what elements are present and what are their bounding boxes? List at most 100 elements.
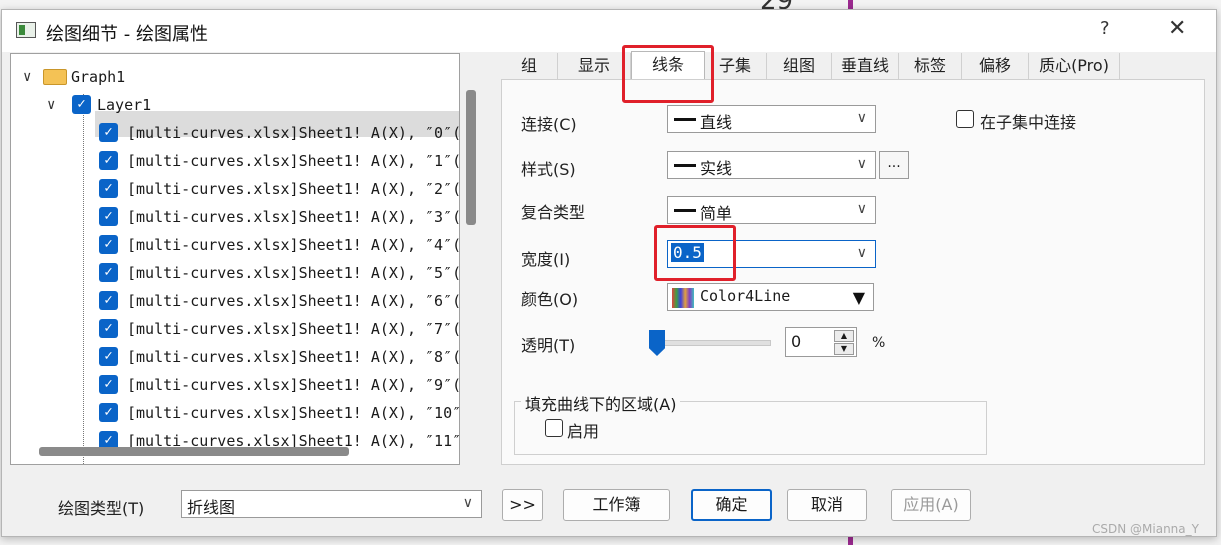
checkbox-checked[interactable]: ✓ <box>99 123 118 142</box>
tab-labels[interactable]: 标签 <box>899 53 962 79</box>
tree-item-label: [multi-curves.xlsx]Sheet1! A(X), ″0″( <box>127 124 460 142</box>
style-label: 样式(S) <box>521 160 576 179</box>
checkbox-checked[interactable]: ✓ <box>99 291 118 310</box>
style-dropdown[interactable]: 实线 ∨ <box>667 151 876 179</box>
watermark: CSDN @Mianna_Y <box>1092 522 1199 536</box>
color-dropdown[interactable]: Color4Line ▼ <box>667 283 874 311</box>
transparency-label: 透明(T) <box>521 336 576 355</box>
tree-item-label: [multi-curves.xlsx]Sheet1! A(X), ″2″( <box>127 180 460 198</box>
tab-display[interactable]: 显示 <box>558 53 631 79</box>
cancel-button[interactable]: 取消 <box>787 489 867 521</box>
tree-layer1[interactable]: ∨ ✓ Layer1 <box>11 92 451 118</box>
chevron-down-icon[interactable]: ∨ <box>857 156 867 172</box>
tree-item[interactable]: ✓ [multi-curves.xlsx]Sheet1! A(X), ″3″( <box>11 204 460 230</box>
tree-item-label: [multi-curves.xlsx]Sheet1! A(X), ″5″( <box>127 264 460 282</box>
tree-item[interactable]: ✓ [multi-curves.xlsx]Sheet1! A(X), ″5″( <box>11 260 460 286</box>
fill-enable-label: 启用 <box>567 422 600 441</box>
checkbox-checked[interactable]: ✓ <box>99 151 118 170</box>
tree-item-label: [multi-curves.xlsx]Sheet1! A(X), ″7″( <box>127 320 460 338</box>
tree-item-label: [multi-curves.xlsx]Sheet1! A(X), ″4″( <box>127 236 460 254</box>
line-sample <box>674 209 696 212</box>
percent-sign: % <box>872 335 886 351</box>
tab-group-plot[interactable]: 组图 <box>767 53 832 79</box>
style-more-button[interactable]: ... <box>879 151 909 179</box>
connect-dropdown[interactable]: 直线 ∨ <box>667 105 876 133</box>
connect-label: 连接(C) <box>521 115 577 134</box>
vertical-scrollbar[interactable] <box>466 90 476 225</box>
app-icon <box>16 22 36 38</box>
compound-type-label: 复合类型 <box>521 203 586 222</box>
tree-item[interactable]: ✓ [multi-curves.xlsx]Sheet1! A(X), ″1″( <box>11 148 460 174</box>
color-value: Color4Line <box>700 287 791 305</box>
line-sample <box>674 164 696 167</box>
checkbox-checked[interactable]: ✓ <box>99 179 118 198</box>
transparency-spinbox[interactable]: 0 ▲ ▼ <box>785 327 857 357</box>
chevron-down-icon[interactable]: ∨ <box>857 110 867 126</box>
tree-item[interactable]: ✓ [multi-curves.xlsx]Sheet1! A(X), ″6″( <box>11 288 460 314</box>
ok-button[interactable]: 确定 <box>691 489 772 521</box>
fill-area-group-title: 填充曲线下的区域(A) <box>521 391 681 415</box>
transparency-value[interactable]: 0 <box>791 332 801 351</box>
tree-item-label: [multi-curves.xlsx]Sheet1! A(X), ″6″( <box>127 292 460 310</box>
tree-item-label: [multi-curves.xlsx]Sheet1! A(X), ″1″( <box>127 152 460 170</box>
checkbox-checked[interactable]: ✓ <box>99 263 118 282</box>
plot-type-dropdown[interactable]: 折线图 ∨ <box>181 490 482 518</box>
connect-in-subset-checkbox[interactable] <box>956 110 974 128</box>
chevron-down-icon[interactable]: ∨ <box>857 201 867 217</box>
tree-item[interactable]: ✓ [multi-curves.xlsx]Sheet1! A(X), ″4″( <box>11 232 460 258</box>
tree-item-label: [multi-curves.xlsx]Sheet1! A(X), ″3″( <box>127 208 460 226</box>
checkbox-checked[interactable]: ✓ <box>99 375 118 394</box>
chevron-down-icon[interactable]: ∨ <box>857 245 867 261</box>
tree-item-label: [multi-curves.xlsx]Sheet1! A(X), ″10″ <box>127 404 460 422</box>
tab-strip: 组 显示 线条 子集 组图 垂直线 标签 偏移 质心(Pro) <box>501 51 1205 81</box>
checkbox-checked[interactable]: ✓ <box>99 207 118 226</box>
compound-type-value: 简单 <box>700 204 733 223</box>
tree-item[interactable]: ✓ [multi-curves.xlsx]Sheet1! A(X), ″7″( <box>11 316 460 342</box>
tab-centroid[interactable]: 质心(Pro) <box>1029 53 1120 79</box>
plot-tree[interactable]: ∨ Graph1 ∨ ✓ Layer1 ✓ [multi-curves.xlsx… <box>10 53 460 465</box>
tree-item[interactable]: ✓ [multi-curves.xlsx]Sheet1! A(X), ″9″( <box>11 372 459 398</box>
tree-root-label: Graph1 <box>71 68 126 86</box>
folder-icon <box>43 69 67 85</box>
spin-down-icon[interactable]: ▼ <box>834 343 854 355</box>
tab-drop-lines[interactable]: 垂直线 <box>832 53 899 79</box>
workbook-button[interactable]: 工作簿 <box>563 489 670 521</box>
annotation-highlight-line-tab <box>622 45 714 103</box>
close-button[interactable]: ✕ <box>1168 16 1186 41</box>
chevron-down-icon[interactable]: ∨ <box>47 92 55 118</box>
tree-item[interactable]: ✓ [multi-curves.xlsx]Sheet1! A(X), ″8″( <box>11 344 459 370</box>
layer-checkbox[interactable]: ✓ <box>72 95 91 114</box>
checkbox-checked[interactable]: ✓ <box>99 347 118 366</box>
checkbox-checked[interactable]: ✓ <box>99 403 118 422</box>
tree-item[interactable]: ✓ [multi-curves.xlsx]Sheet1! A(X), ″0″( <box>11 120 460 146</box>
plot-type-value: 折线图 <box>187 498 236 517</box>
checkbox-checked[interactable]: ✓ <box>99 319 118 338</box>
spin-up-icon[interactable]: ▲ <box>834 330 854 342</box>
window-title: 绘图细节 - 绘图属性 <box>46 24 208 45</box>
tree-layer-label: Layer1 <box>97 96 152 114</box>
compound-type-dropdown[interactable]: 简单 ∨ <box>667 196 876 224</box>
chevron-down-icon[interactable]: ∨ <box>23 64 31 90</box>
line-sample <box>674 118 696 121</box>
triangle-down-icon[interactable]: ▼ <box>853 288 865 307</box>
tab-group[interactable]: 组 <box>501 53 558 79</box>
horizontal-scrollbar[interactable] <box>39 447 349 456</box>
tab-offset[interactable]: 偏移 <box>962 53 1029 79</box>
fill-enable-checkbox[interactable] <box>545 419 563 437</box>
width-label: 宽度(I) <box>521 250 571 269</box>
color-swatch <box>672 288 694 308</box>
checkbox-checked[interactable]: ✓ <box>99 235 118 254</box>
help-button[interactable]: ? <box>1100 18 1110 39</box>
expand-button[interactable]: >> <box>502 489 543 521</box>
connect-in-subset-label: 在子集中连接 <box>980 113 1077 132</box>
tree-item[interactable]: ✓ [multi-curves.xlsx]Sheet1! A(X), ″10″ <box>11 400 460 426</box>
tree-root-graph1[interactable]: ∨ Graph1 <box>11 64 451 90</box>
transparency-slider-track[interactable] <box>655 340 771 346</box>
connect-value: 直线 <box>700 113 733 132</box>
color-label: 颜色(O) <box>521 290 579 309</box>
chevron-down-icon[interactable]: ∨ <box>463 495 473 511</box>
apply-button[interactable]: 应用(A) <box>891 489 971 521</box>
tree-item[interactable]: ✓ [multi-curves.xlsx]Sheet1! A(X), ″2″( <box>11 176 460 202</box>
style-value: 实线 <box>700 159 733 178</box>
annotation-highlight-width <box>654 225 736 281</box>
